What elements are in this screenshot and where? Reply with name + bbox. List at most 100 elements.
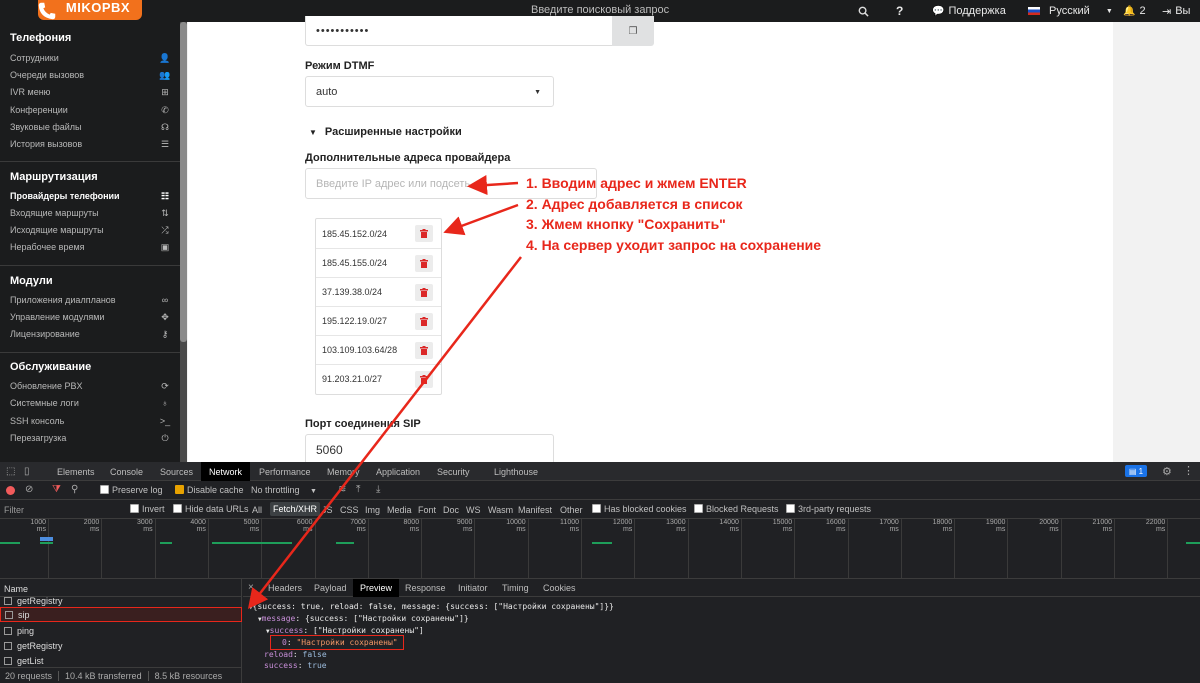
invert-checkbox[interactable]: Invert	[130, 504, 165, 514]
preview-message-line[interactable]: ▼message: {success: ["Настройки сохранен…	[258, 614, 469, 623]
timeline-overview[interactable]: 1000 ms 2000 ms 3000 ms 4000 ms 5000 ms 6000 …	[0, 519, 1200, 579]
request-get-registry[interactable]: getRegistry	[4, 596, 63, 606]
tab-elements[interactable]: Elements	[49, 462, 103, 481]
preview-key: success	[264, 661, 298, 670]
close-icon[interactable]: ×	[248, 582, 254, 593]
sidebar-item-off-work-time[interactable]: Нерабочее время ▣	[10, 242, 170, 253]
sidebar-item-employees[interactable]: Сотрудники 👤	[10, 53, 171, 64]
caret-down-icon: ▼	[1105, 7, 1113, 15]
advanced-settings-toggle[interactable]: ▼ Расширенные настройки	[309, 126, 462, 138]
sidebar-scrollbar[interactable]	[180, 22, 187, 462]
blocked-requests-checkbox[interactable]: Blocked Requests	[694, 504, 779, 514]
type-other[interactable]: Other	[560, 505, 583, 515]
tab-sources[interactable]: Sources	[152, 462, 201, 481]
type-js[interactable]: JS	[322, 505, 333, 515]
tab-security[interactable]: Security	[429, 462, 478, 481]
preview-success-line[interactable]: ▼success: ["Настройки сохранены"]	[266, 626, 424, 635]
tab-lighthouse[interactable]: Lighthouse	[486, 462, 546, 481]
sidebar-item-incoming-routes[interactable]: Входящие маршруты ⇅	[10, 208, 170, 219]
tab-initiator[interactable]: Initiator	[451, 579, 495, 597]
filter-input[interactable]: Filter	[4, 505, 24, 515]
preserve-log-checkbox[interactable]: Preserve log	[100, 485, 163, 495]
blocked-cookies-checkbox[interactable]: Has blocked cookies	[592, 504, 687, 514]
type-manifest[interactable]: Manifest	[518, 505, 552, 515]
delete-ip-button[interactable]	[415, 284, 433, 301]
filter-icon[interactable]: ⧩	[52, 484, 61, 495]
search-input[interactable]: Введите поисковый запрос	[531, 4, 669, 16]
type-ws[interactable]: WS	[466, 505, 481, 515]
tab-timing[interactable]: Timing	[495, 579, 536, 597]
sidebar-item-ssh-console[interactable]: SSH консоль >_	[10, 416, 170, 426]
search-icon[interactable]	[858, 0, 869, 22]
question-icon[interactable]: ?	[896, 0, 903, 22]
mikopbx-logo[interactable]: MIKOPBX	[38, 0, 142, 20]
type-all[interactable]: All	[252, 505, 262, 515]
clear-icon[interactable]: ⊘	[25, 484, 33, 495]
type-media[interactable]: Media	[387, 505, 412, 515]
third-party-checkbox[interactable]: 3rd-party requests	[786, 504, 871, 514]
request-sip[interactable]: sip	[0, 607, 242, 622]
inspect-icon[interactable]: ⬚	[6, 466, 15, 477]
notifications-button[interactable]: 🔔 2	[1123, 0, 1146, 22]
type-font[interactable]: Font	[418, 505, 436, 515]
dtmf-select[interactable]: auto ▼	[305, 76, 554, 107]
more-vertical-icon[interactable]: ⋮	[1183, 464, 1194, 477]
tab-response[interactable]: Response	[398, 579, 453, 597]
tab-headers[interactable]: Headers	[261, 579, 309, 597]
logout-button[interactable]: ⇥ Вы	[1162, 0, 1190, 22]
record-icon[interactable]	[6, 486, 15, 495]
type-img[interactable]: Img	[365, 505, 380, 515]
tab-cookies[interactable]: Cookies	[536, 579, 583, 597]
tab-payload[interactable]: Payload	[307, 579, 354, 597]
sidebar-item-conferences[interactable]: Конференции ✆	[10, 105, 170, 116]
language-dropdown[interactable]: Русский ▼	[1028, 0, 1113, 22]
request-get-list[interactable]: getList	[4, 656, 44, 666]
password-field[interactable]: •••••••••••	[305, 16, 613, 46]
sidebar-item-call-history[interactable]: История вызовов ☰	[10, 139, 170, 150]
sidebar-item-dialplan-apps[interactable]: Приложения диалпланов ∞	[10, 295, 170, 305]
sidebar-scroll-thumb[interactable]	[180, 22, 187, 342]
type-css[interactable]: CSS	[340, 505, 359, 515]
tab-application[interactable]: Application	[368, 462, 428, 481]
type-doc[interactable]: Doc	[443, 505, 459, 515]
sidebar-item-reboot[interactable]: Перезагрузка ⏻	[10, 433, 170, 444]
request-get-registry-2[interactable]: getRegistry	[4, 641, 63, 651]
tab-memory[interactable]: Memory	[319, 462, 368, 481]
sidebar-item-queues[interactable]: Очереди вызовов 👥	[10, 70, 171, 81]
tab-network[interactable]: Network	[201, 462, 251, 481]
support-button[interactable]: 💬 Поддержка	[932, 0, 1006, 22]
preview-root-line[interactable]: ▼{success: true, reload: false, message:…	[249, 602, 614, 611]
tab-performance[interactable]: Performance	[251, 462, 319, 481]
disable-cache-checkbox[interactable]: Disable cache	[175, 485, 244, 495]
device-toggle-icon[interactable]: ▯	[24, 466, 30, 477]
delete-ip-button[interactable]	[415, 313, 433, 330]
sidebar-item-sound-files[interactable]: Звуковые файлы ☊	[10, 122, 170, 133]
sidebar-item-providers[interactable]: Провайдеры телефонии ☷	[10, 191, 170, 202]
sidebar-item-system-logs[interactable]: Системные логи ♁	[10, 398, 170, 408]
sidebar-item-licensing[interactable]: Лицензирование ⚷	[10, 329, 170, 340]
sidebar-item-module-management[interactable]: Управление модулями ✥	[10, 312, 170, 323]
type-wasm[interactable]: Wasm	[488, 505, 513, 515]
throttling-select[interactable]: No throttling ▼	[251, 485, 317, 495]
issues-badge[interactable]: ▤ 1	[1125, 465, 1147, 477]
delete-ip-button[interactable]	[415, 371, 433, 388]
settings-gear-icon[interactable]: ⚙	[1162, 465, 1172, 478]
copy-password-button[interactable]: ❐	[612, 16, 654, 46]
wifi-icon[interactable]: ≋	[338, 484, 346, 495]
sidebar-item-pbx-update[interactable]: Обновление PBX ⟳	[10, 381, 170, 392]
sidebar-item-ivr[interactable]: IVR меню ⊞	[10, 87, 170, 98]
tab-console[interactable]: Console	[102, 462, 151, 481]
name-column-header[interactable]: Name	[4, 584, 28, 594]
sip-port-input[interactable]: 5060	[305, 434, 554, 465]
type-fetch-xhr[interactable]: Fetch/XHR	[270, 502, 321, 516]
delete-ip-button[interactable]	[415, 342, 433, 359]
search-icon[interactable]: ⚲	[71, 484, 78, 495]
upload-icon[interactable]: ⤒	[356, 484, 360, 495]
delete-ip-button[interactable]	[415, 225, 433, 242]
request-ping[interactable]: ping	[4, 626, 34, 636]
sidebar-item-outgoing-routes[interactable]: Исходящие маршруты ⤮	[10, 225, 170, 236]
tab-preview-selected[interactable]: Preview	[353, 579, 400, 597]
hide-data-urls-checkbox[interactable]: Hide data URLs	[173, 504, 249, 514]
download-icon[interactable]: ⤓	[376, 484, 380, 495]
delete-ip-button[interactable]	[415, 255, 433, 272]
